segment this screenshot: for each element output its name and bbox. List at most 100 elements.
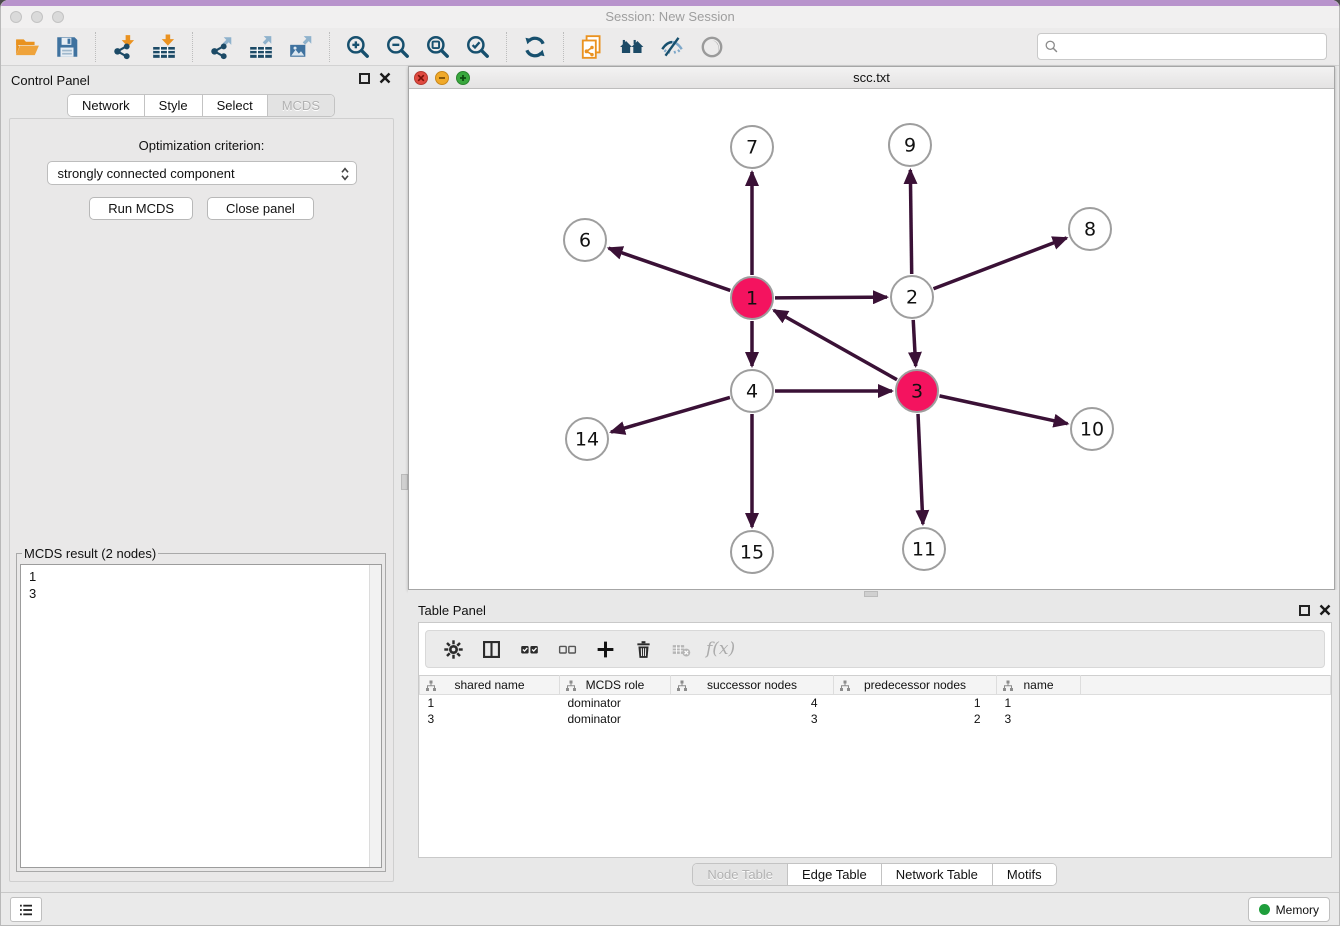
tab-motifs[interactable]: Motifs	[993, 864, 1056, 885]
export-image-icon	[288, 34, 314, 60]
table-cell[interactable]: 2	[834, 711, 997, 727]
table-cell[interactable]: 4	[671, 695, 834, 711]
delete-column-button[interactable]	[626, 634, 660, 664]
zoom-in-button[interactable]	[338, 31, 378, 63]
open-session-button[interactable]	[7, 31, 47, 63]
select-stepper-icon	[340, 166, 350, 185]
graph-node-10[interactable]: 10	[1071, 408, 1113, 450]
network-graph[interactable]: 1 2 3 4 6 7 8 9 10 11 14 15	[409, 89, 1334, 589]
graph-edge-2-9[interactable]	[910, 170, 911, 274]
zoom-selected-button[interactable]	[458, 31, 498, 63]
network-window-title: scc.txt	[409, 67, 1334, 88]
zoom-out-button[interactable]	[378, 31, 418, 63]
import-network-button[interactable]	[104, 31, 144, 63]
table-cell[interactable]: 1	[420, 695, 560, 711]
close-window-button[interactable]	[10, 11, 22, 23]
graph-edge-2-8[interactable]	[933, 238, 1066, 289]
tab-select[interactable]: Select	[203, 95, 268, 116]
tab-network-table[interactable]: Network Table	[882, 864, 993, 885]
table-cell[interactable]: 3	[997, 711, 1081, 727]
close-panel-button[interactable]: Close panel	[207, 197, 314, 220]
graph-edge-2-3[interactable]	[913, 320, 915, 366]
memory-button[interactable]: Memory	[1248, 897, 1330, 922]
zoom-fit-button[interactable]	[418, 31, 458, 63]
graph-node-8[interactable]: 8	[1069, 208, 1111, 250]
split-columns-button[interactable]	[474, 634, 508, 664]
import-table-icon	[151, 34, 177, 60]
graph-edge-3-11[interactable]	[918, 414, 923, 524]
close-table-panel-icon[interactable]	[1319, 604, 1331, 616]
graph-node-15[interactable]: 15	[731, 531, 773, 573]
graph-node-3[interactable]: 3	[896, 370, 938, 412]
import-table-button[interactable]	[144, 31, 184, 63]
show-hidden-button[interactable]	[692, 31, 732, 63]
table-row[interactable]: 3dominator323	[420, 711, 1331, 727]
new-network-from-selection-button[interactable]	[572, 31, 612, 63]
graph-edge-4-14[interactable]	[611, 397, 730, 432]
column-header-name[interactable]: name	[997, 676, 1081, 695]
graph-node-11[interactable]: 11	[903, 528, 945, 570]
graph-edge-3-10[interactable]	[939, 396, 1067, 424]
search-input[interactable]	[1059, 34, 1326, 59]
delete-table-button[interactable]	[664, 634, 698, 664]
splitter-grip[interactable]	[864, 591, 878, 597]
table-cell[interactable]: dominator	[560, 695, 671, 711]
graph-node-14[interactable]: 14	[566, 418, 608, 460]
float-panel-icon[interactable]	[359, 73, 370, 84]
node-table[interactable]: shared nameMCDS rolesuccessor nodesprede…	[419, 675, 1331, 727]
graph-edge-3-1[interactable]	[774, 310, 897, 379]
table-cell[interactable]: dominator	[560, 711, 671, 727]
table-cell[interactable]: 3	[671, 711, 834, 727]
horizontal-splitter[interactable]	[408, 590, 1340, 598]
graph-edge-1-6[interactable]	[609, 248, 731, 290]
select-all-columns-button[interactable]	[512, 634, 546, 664]
maximize-window-button[interactable]	[52, 11, 64, 23]
vertical-splitter[interactable]	[401, 66, 408, 890]
graph-node-1[interactable]: 1	[731, 277, 773, 319]
minimize-window-button[interactable]	[31, 11, 43, 23]
export-network-button[interactable]	[201, 31, 241, 63]
column-type-icon	[565, 680, 577, 692]
show-all-network-button[interactable]	[612, 31, 652, 63]
result-scrollbar[interactable]	[369, 565, 381, 867]
graph-edge-1-2[interactable]	[775, 297, 887, 298]
save-session-button[interactable]	[47, 31, 87, 63]
tab-network[interactable]: Network	[68, 95, 145, 116]
tab-node-table[interactable]: Node Table	[693, 864, 788, 885]
tab-edge-table[interactable]: Edge Table	[788, 864, 882, 885]
column-header-successor-nodes[interactable]: successor nodes	[671, 676, 834, 695]
table-row[interactable]: 1dominator411	[420, 695, 1331, 711]
tab-mcds[interactable]: MCDS	[268, 95, 334, 116]
graph-node-7[interactable]: 7	[731, 126, 773, 168]
hide-selected-button[interactable]	[652, 31, 692, 63]
table-settings-button[interactable]	[436, 634, 470, 664]
column-header-predecessor-nodes[interactable]: predecessor nodes	[834, 676, 997, 695]
export-image-button[interactable]	[281, 31, 321, 63]
column-header-MCDS-role[interactable]: MCDS role	[560, 676, 671, 695]
graph-node-6[interactable]: 6	[564, 219, 606, 261]
graph-node-9[interactable]: 9	[889, 124, 931, 166]
close-panel-icon[interactable]	[379, 72, 391, 84]
refresh-view-button[interactable]	[515, 31, 555, 63]
table-cell[interactable]: 1	[997, 695, 1081, 711]
float-table-panel-icon[interactable]	[1299, 605, 1310, 616]
deselect-all-columns-button[interactable]	[550, 634, 584, 664]
network-close-button[interactable]	[414, 71, 428, 85]
run-mcds-button[interactable]: Run MCDS	[89, 197, 193, 220]
table-cell[interactable]: 1	[834, 695, 997, 711]
network-minimize-button[interactable]	[435, 71, 449, 85]
tab-style[interactable]: Style	[145, 95, 203, 116]
splitter-grip[interactable]	[401, 474, 408, 490]
toolbar-separator	[192, 32, 193, 62]
export-table-button[interactable]	[241, 31, 281, 63]
graph-node-2[interactable]: 2	[891, 276, 933, 318]
add-column-button[interactable]	[588, 634, 622, 664]
graph-node-4[interactable]: 4	[731, 370, 773, 412]
task-history-button[interactable]	[10, 897, 42, 922]
table-cell[interactable]: 3	[420, 711, 560, 727]
criterion-select[interactable]: strongly connected component	[47, 161, 357, 185]
network-maximize-button[interactable]	[456, 71, 470, 85]
apply-function-button[interactable]: f(x)	[702, 639, 735, 659]
column-header-shared-name[interactable]: shared name	[420, 676, 560, 695]
network-window-titlebar[interactable]: scc.txt	[409, 67, 1334, 89]
